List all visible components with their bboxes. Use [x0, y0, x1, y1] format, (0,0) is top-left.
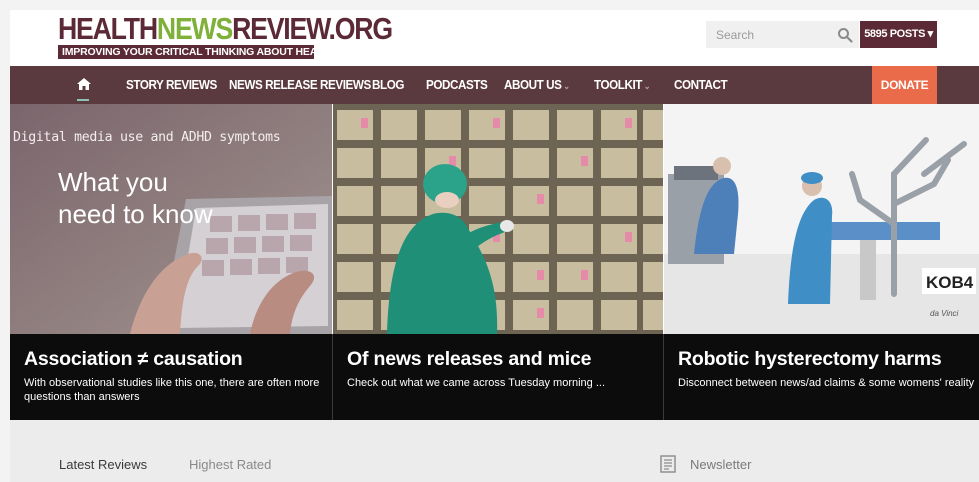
kob4-watermark: KOB4 [926, 273, 974, 292]
nav-toolkit-label: TOOLKIT [594, 77, 642, 92]
nav-about-us[interactable]: ABOUT US ⌄ [504, 66, 570, 104]
main-nav: STORY REVIEWS NEWS RELEASE REVIEWS BLOG … [10, 66, 979, 104]
hero-title[interactable]: Association ≠ causation [24, 348, 243, 371]
hero-image-lab [333, 104, 663, 334]
nav-about-us-label: ABOUT US [504, 77, 562, 92]
newsletter-label: Newsletter [690, 457, 752, 472]
posts-count-button[interactable]: 5895 POSTS ▾ [860, 21, 937, 48]
hero-caption: Of news releases and mice Check out what… [333, 334, 663, 420]
logo-wordmark: HEALTHNEWSREVIEW.ORG [58, 11, 393, 46]
hero-caption: Robotic hysterectomy harms Disconnect be… [664, 334, 979, 420]
hero-panel-mice[interactable]: Of news releases and mice Check out what… [333, 104, 663, 420]
hero-panel-robotic[interactable]: KOB4 da Vinci Robotic hysterectomy harms… [664, 104, 979, 420]
hero-image-small-text: Digital media use and ADHD symptoms [13, 130, 281, 145]
surgery-illustration: KOB4 da Vinci [664, 104, 979, 334]
logo-tagline: IMPROVING YOUR CRITICAL THINKING ABOUT H… [58, 45, 314, 59]
nav-story-reviews[interactable]: STORY REVIEWS [126, 66, 217, 104]
logo-word-review: REVIEW.ORG [232, 11, 393, 46]
lab-cages-illustration [333, 104, 663, 334]
reviews-section: Latest Reviews Highest Rated Newsletter [10, 420, 979, 482]
hero-image-tablet: Digital media use and ADHD symptoms What… [10, 104, 332, 334]
search-input[interactable] [706, 21, 831, 48]
hero-image-surgery: KOB4 da Vinci [664, 104, 979, 334]
hero-subtitle: Disconnect between news/ad claims & some… [678, 377, 975, 389]
nav-toolkit[interactable]: TOOLKIT ⌄ [594, 66, 651, 104]
tab-latest-reviews[interactable]: Latest Reviews [59, 457, 147, 472]
donate-button[interactable]: DONATE [872, 66, 937, 104]
hero-title[interactable]: Robotic hysterectomy harms [678, 348, 942, 371]
hero-title[interactable]: Of news releases and mice [347, 348, 591, 371]
site-logo[interactable]: HEALTHNEWSREVIEW.ORG IMPROVING YOUR CRIT… [58, 11, 393, 60]
home-active-indicator [77, 99, 89, 101]
hero-panel-adhd[interactable]: Digital media use and ADHD symptoms What… [10, 104, 332, 420]
tab-highest-rated[interactable]: Highest Rated [189, 457, 271, 472]
caption-divider [663, 334, 664, 420]
logo-word-health: HEALTH [58, 11, 158, 46]
page: HEALTHNEWSREVIEW.ORG IMPROVING YOUR CRIT… [0, 0, 979, 482]
nav-contact[interactable]: CONTACT [674, 66, 728, 104]
caption-divider [332, 334, 333, 420]
hero-subtitle: With observational studies like this one… [24, 377, 320, 403]
browser-viewport: HEALTHNEWSREVIEW.ORG IMPROVING YOUR CRIT… [10, 10, 979, 482]
site-header: HEALTHNEWSREVIEW.ORG IMPROVING YOUR CRIT… [10, 10, 979, 66]
search-icon[interactable] [837, 27, 853, 43]
nav-podcasts[interactable]: PODCASTS [426, 66, 488, 104]
hero-subtitle: Check out what we came across Tuesday mo… [347, 377, 606, 389]
hero-caption: Association ≠ causation With observation… [10, 334, 332, 420]
chevron-down-icon: ⌄ [643, 81, 651, 91]
newsletter-icon [660, 455, 676, 473]
da-vinci-brand: da Vinci [930, 309, 959, 318]
hero-image-big-text: What you need to know [58, 167, 213, 229]
nav-blog[interactable]: BLOG [372, 66, 404, 104]
chevron-down-icon: ⌄ [563, 81, 570, 91]
hero-carousel: Digital media use and ADHD symptoms What… [10, 104, 979, 420]
nav-news-release-reviews[interactable]: NEWS RELEASE REVIEWS [229, 66, 371, 104]
logo-word-news: NEWS [156, 11, 233, 46]
home-icon[interactable] [76, 76, 92, 92]
search-box [706, 21, 859, 48]
